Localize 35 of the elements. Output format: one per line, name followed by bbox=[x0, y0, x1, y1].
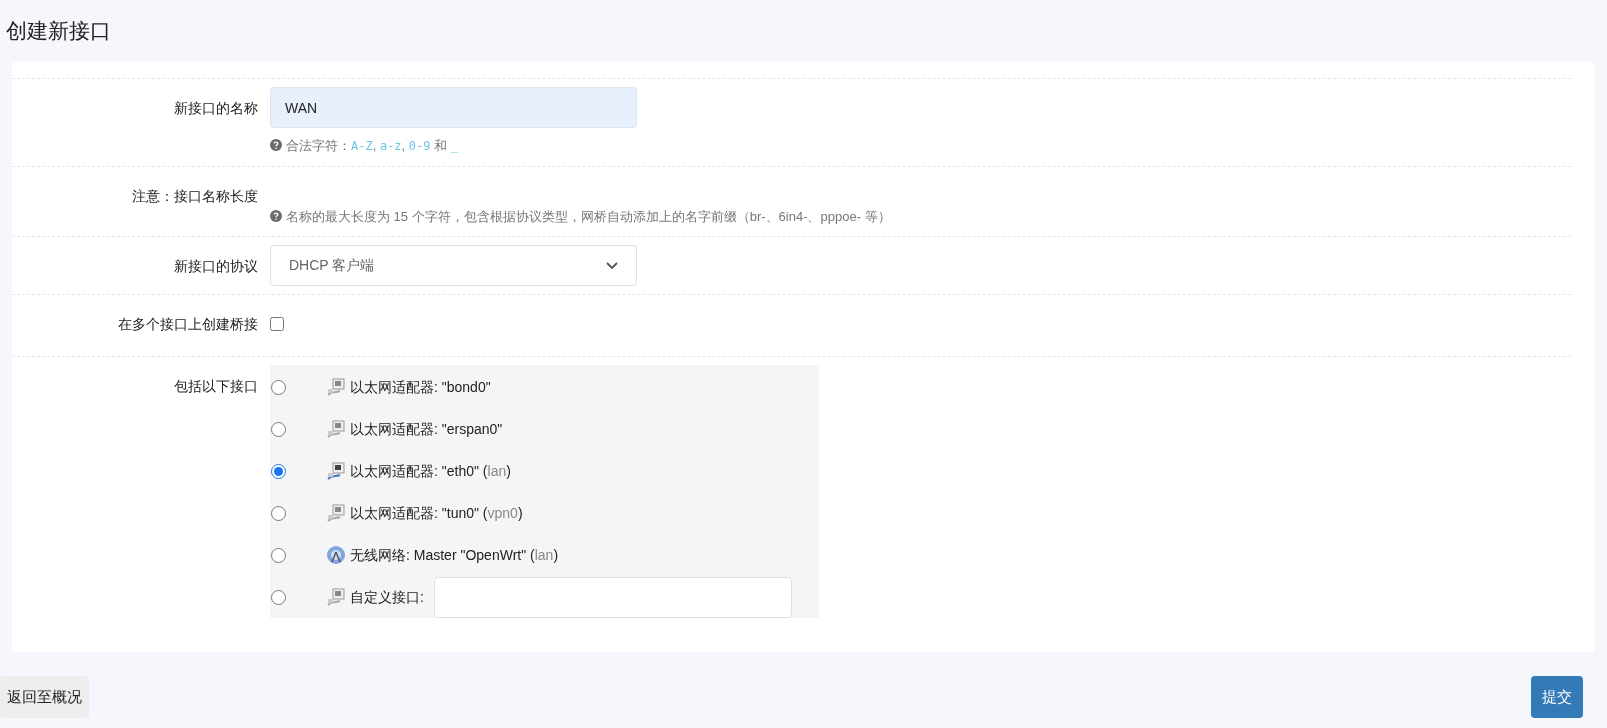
field-label: 在多个接口上创建桥接 bbox=[118, 316, 258, 332]
interface-radio[interactable] bbox=[271, 547, 286, 563]
protocol-select[interactable]: DHCP 客户端 bbox=[270, 245, 637, 286]
field-label: 新接口的名称 bbox=[174, 100, 258, 116]
name-input[interactable]: WAN bbox=[270, 87, 637, 128]
interface-radio[interactable] bbox=[271, 421, 286, 437]
field-label: 新接口的协议 bbox=[174, 258, 258, 274]
interface-radio[interactable] bbox=[271, 463, 286, 479]
interface-label: 以太网适配器: "eth0" (lan) bbox=[350, 461, 511, 481]
hint-text: 合法字符：A-Z, a-z, 0-9 和 _ bbox=[270, 136, 1571, 156]
wireless-icon bbox=[326, 545, 346, 565]
network-adapter-icon bbox=[326, 419, 346, 439]
bridge-checkbox[interactable] bbox=[270, 317, 284, 331]
field-label: 包括以下接口 bbox=[174, 378, 258, 394]
chevron-down-icon bbox=[606, 261, 618, 270]
interface-label: 自定义接口: bbox=[350, 587, 424, 607]
field-label: 注意：接口名称长度 bbox=[132, 187, 258, 204]
help-icon bbox=[270, 139, 282, 151]
help-icon bbox=[270, 209, 282, 222]
interface-label: 以太网适配器: "tun0" (vpn0) bbox=[350, 503, 523, 523]
network-adapter-icon bbox=[326, 503, 346, 523]
interface-radio[interactable] bbox=[271, 379, 286, 395]
interface-label: 无线网络: Master "OpenWrt" (lan) bbox=[350, 545, 559, 565]
network-adapter-icon bbox=[326, 377, 346, 397]
network-adapter-icon bbox=[326, 461, 346, 481]
submit-button[interactable]: 提交 bbox=[1531, 676, 1583, 718]
custom-interface-input[interactable] bbox=[433, 576, 792, 618]
interface-radio[interactable] bbox=[271, 589, 286, 605]
interface-label: 以太网适配器: "bond0" bbox=[350, 377, 491, 397]
page-title: 创建新接口 bbox=[6, 18, 111, 45]
back-button[interactable]: 返回至概况 bbox=[0, 676, 89, 718]
network-adapter-icon bbox=[326, 587, 346, 607]
interface-radio[interactable] bbox=[271, 505, 286, 521]
interface-label: 以太网适配器: "erspan0" bbox=[350, 419, 503, 439]
hint-text: 名称的最大长度为 15 个字符，包含根据协议类型，网桥自动添加上的名字前缀（br-、6in4-、pppoe- 等） bbox=[270, 206, 1571, 226]
